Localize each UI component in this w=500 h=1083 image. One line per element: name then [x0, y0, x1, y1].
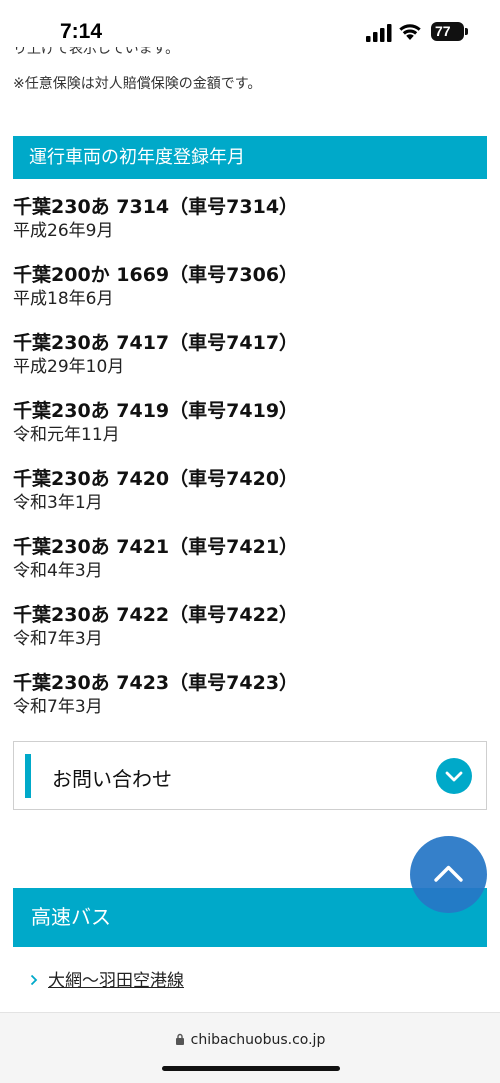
inquiry-label: お問い合わせ: [52, 767, 172, 791]
scroll-to-top-button[interactable]: [410, 836, 487, 913]
registration-date: 令和4年3月: [13, 561, 103, 581]
url-display[interactable]: chibachuobus.co.jp: [0, 1032, 500, 1048]
home-indicator[interactable]: [162, 1066, 340, 1071]
vehicle-item: 千葉230あ 7417（車号7417） 平成29年10月: [13, 331, 487, 399]
wifi-icon: [399, 24, 421, 40]
registration-section-header: 運行車両の初年度登録年月: [13, 136, 487, 179]
vehicle-item: 千葉230あ 7423（車号7423） 令和7年3月: [13, 671, 487, 739]
accent-bar: [25, 754, 31, 798]
battery-level: 77: [435, 23, 451, 39]
inquiry-accordion[interactable]: お問い合わせ: [13, 741, 487, 810]
vehicle-item: 千葉230あ 7422（車号7422） 令和7年3月: [13, 603, 487, 671]
vehicle-item: 千葉230あ 7420（車号7420） 令和3年1月: [13, 467, 487, 535]
vehicle-item: 千葉230あ 7314（車号7314） 平成26年9月: [13, 195, 487, 263]
cellular-signal-icon: [366, 24, 392, 42]
lock-icon: [175, 1033, 184, 1045]
vehicle-item: 千葉230あ 7421（車号7421） 令和4年3月: [13, 535, 487, 603]
clipped-note: り上げて表示しています。: [13, 47, 180, 57]
vehicle-plate: 千葉230あ 7419（車号7419）: [13, 400, 299, 422]
insurance-note: ※任意保険は対人賠償保険の金額です。: [13, 76, 262, 92]
vehicle-item: 千葉230あ 7419（車号7419） 令和元年11月: [13, 399, 487, 467]
battery-icon: 77: [431, 22, 468, 41]
vehicle-plate: 千葉230あ 7314（車号7314）: [13, 196, 299, 218]
vehicle-plate: 千葉230あ 7422（車号7422）: [13, 604, 299, 626]
browser-address-bar[interactable]: chibachuobus.co.jp: [0, 1012, 500, 1083]
inquiry-toggle-button[interactable]: [436, 758, 472, 794]
registration-date: 令和7年3月: [13, 697, 103, 717]
vehicle-plate: 千葉200か 1669（車号7306）: [13, 264, 299, 286]
vehicle-item: 千葉200か 1669（車号7306） 平成18年6月: [13, 263, 487, 331]
vehicle-plate: 千葉230あ 7421（車号7421）: [13, 536, 299, 558]
vehicle-plate: 千葉230あ 7417（車号7417）: [13, 332, 299, 354]
registration-date: 令和7年3月: [13, 629, 103, 649]
vehicle-plate: 千葉230あ 7423（車号7423）: [13, 672, 299, 694]
registration-date: 平成26年9月: [13, 221, 114, 241]
url-text: chibachuobus.co.jp: [190, 1032, 326, 1048]
registration-date: 令和元年11月: [13, 425, 120, 445]
route-link-label: 大網〜羽田空港線: [48, 971, 184, 991]
registration-date: 平成18年6月: [13, 289, 114, 309]
chevron-down-icon: [445, 771, 463, 782]
chevron-right-icon: [30, 971, 38, 991]
registration-date: 平成29年10月: [13, 357, 125, 377]
vehicle-plate: 千葉230あ 7420（車号7420）: [13, 468, 299, 490]
status-time: 7:14: [60, 20, 103, 43]
route-link[interactable]: 大網〜羽田空港線: [30, 966, 184, 991]
chevron-up-icon: [434, 865, 463, 882]
registration-date: 令和3年1月: [13, 493, 103, 513]
vehicle-list: 千葉230あ 7314（車号7314） 平成26年9月 千葉200か 1669（…: [13, 195, 487, 739]
